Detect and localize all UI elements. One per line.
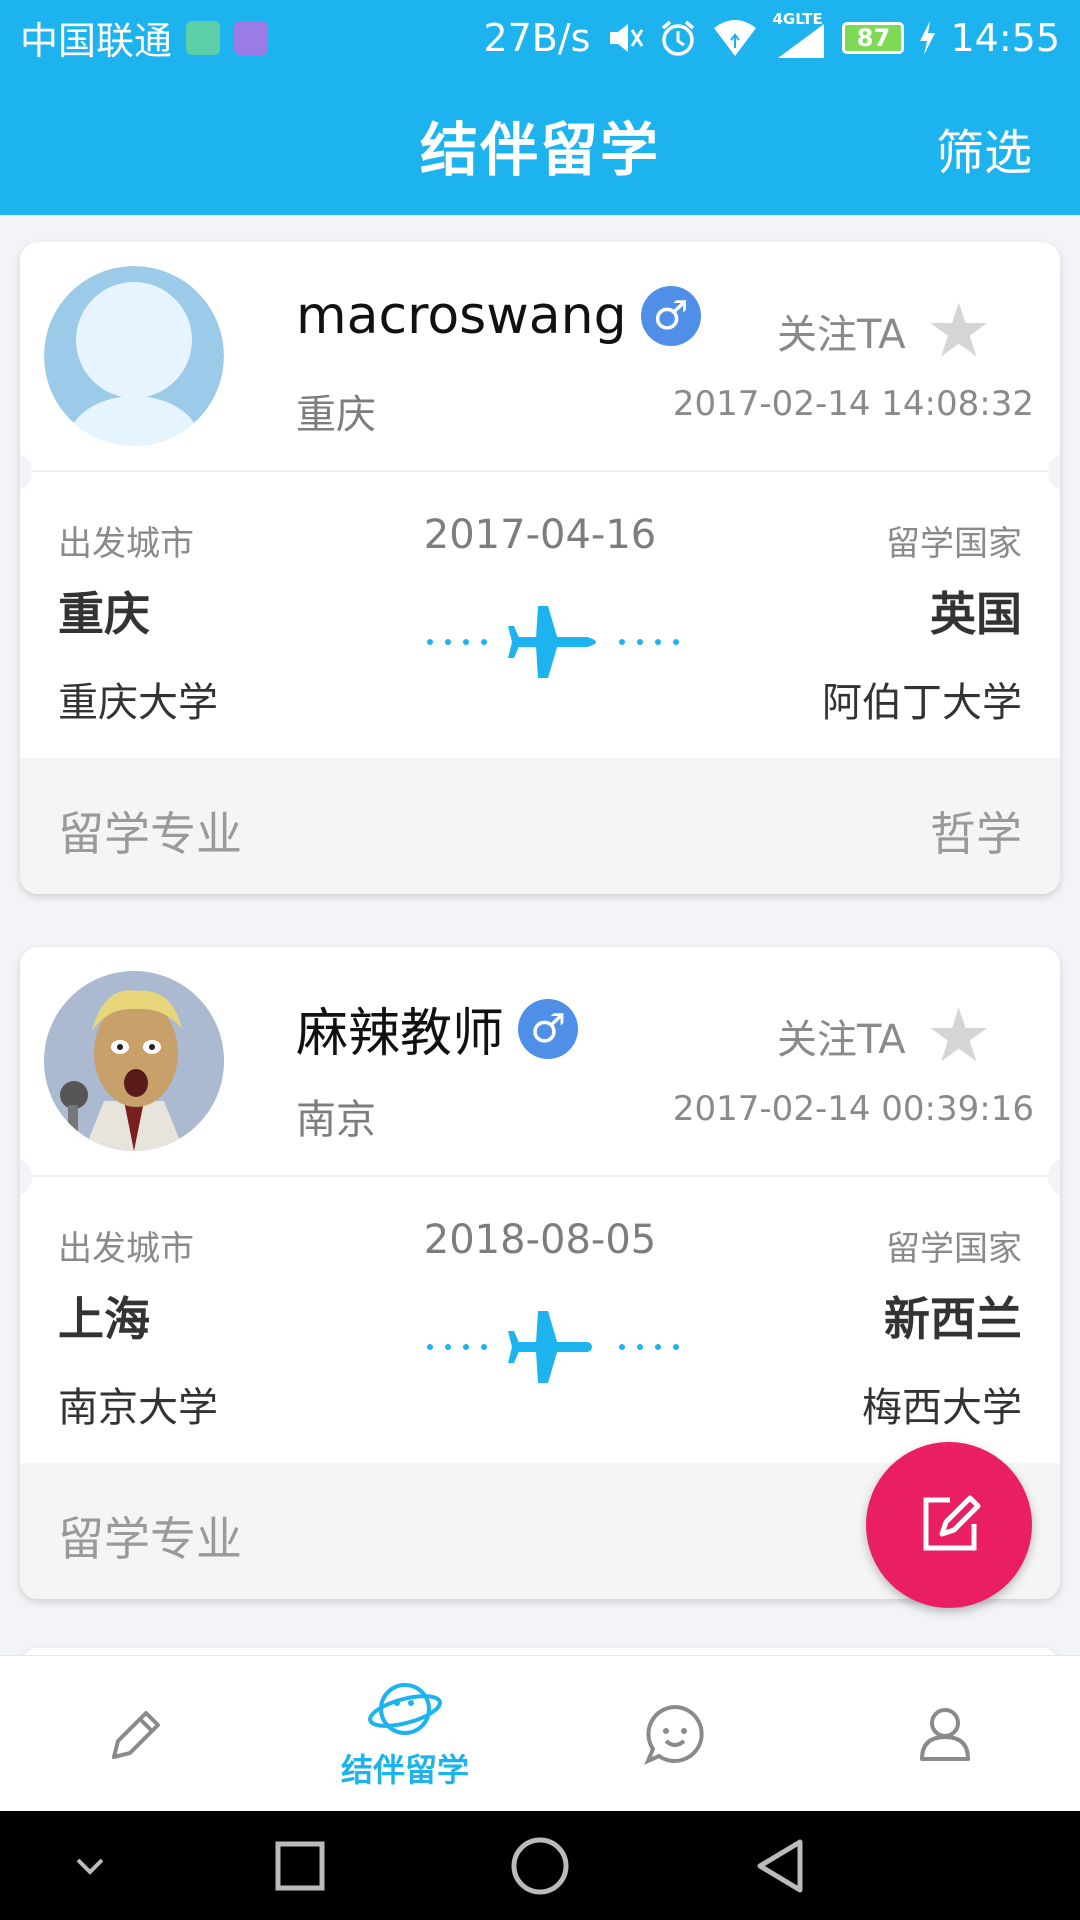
star-icon[interactable]: ★ — [926, 294, 992, 368]
username-text: 麻辣教师 — [296, 1004, 505, 1064]
user-city: 重庆 — [296, 392, 376, 438]
person-icon — [920, 1707, 970, 1761]
status-bar: 中国联通 27B/s 4GLTE 87 14:55 — [0, 0, 1080, 75]
hide-keyboard-button[interactable] — [60, 1811, 120, 1920]
filter-button[interactable]: 筛选 — [936, 113, 1032, 183]
planet-icon — [368, 1682, 442, 1735]
post-timestamp: 2017-02-14 14:08:32 — [672, 384, 1034, 424]
follow-label: 关注TA — [776, 1017, 906, 1063]
follow-button[interactable]: 关注TA ★ — [777, 294, 992, 368]
study-country-label: 留学国家 — [886, 1229, 1022, 1269]
compose-button[interactable] — [866, 1442, 1032, 1608]
post-timestamp: 2017-02-14 00:39:16 — [672, 1089, 1034, 1129]
chevron-down-icon — [76, 1858, 104, 1875]
airplane-icon — [427, 1311, 679, 1383]
study-country: 新西兰 — [884, 1292, 1022, 1346]
tab-label: 结伴留学 — [340, 1750, 469, 1789]
page-title: 结伴留学 — [419, 116, 660, 184]
tab-messages[interactable] — [540, 1656, 810, 1811]
home-school: 南京大学 — [58, 1385, 218, 1431]
network-speed: 27B/s — [483, 15, 591, 60]
user-avatar[interactable] — [44, 971, 224, 1151]
male-gender-icon: ♂ — [518, 998, 579, 1059]
major-label: 留学专业 — [58, 1512, 242, 1566]
mute-icon — [610, 23, 644, 52]
major-label: 留学专业 — [58, 807, 242, 861]
departure-city: 上海 — [58, 1292, 150, 1346]
carrier-name: 中国联通 — [20, 19, 173, 63]
signal-icon: 4GLTE — [772, 10, 828, 60]
major-value: 哲学 — [930, 807, 1022, 861]
departure-city: 重庆 — [58, 587, 150, 641]
charging-icon — [920, 20, 936, 55]
target-school: 梅西大学 — [862, 1385, 1022, 1431]
major-row: 留学专业 哲学 — [20, 758, 1060, 894]
tab-publish[interactable] — [0, 1656, 270, 1811]
ticket-notch — [20, 1159, 32, 1195]
ticket-notch — [1048, 1159, 1060, 1195]
system-nav-bar — [0, 1811, 1080, 1920]
follow-label: 关注TA — [776, 312, 906, 358]
ticket-notch — [1048, 454, 1060, 490]
home-button[interactable] — [500, 1811, 580, 1920]
clock-time: 14:55 — [950, 15, 1060, 60]
airplane-icon — [427, 606, 679, 678]
user-avatar[interactable] — [44, 266, 224, 446]
cartoon-teacher-avatar — [44, 971, 224, 1151]
username: 麻辣教师 ♂ — [296, 991, 579, 1066]
edit-icon — [923, 1495, 981, 1551]
target-school: 阿伯丁大学 — [822, 680, 1022, 726]
back-triangle-icon — [757, 1839, 803, 1892]
user-city: 南京 — [296, 1097, 376, 1143]
battery-icon: 87 — [842, 21, 905, 54]
app-header: 结伴留学 筛选 — [0, 75, 1080, 215]
username-text: macroswang — [296, 286, 627, 346]
android-debug-icon — [186, 20, 221, 55]
study-country: 英国 — [930, 587, 1022, 641]
recents-button[interactable] — [260, 1811, 340, 1920]
screenshot-icon — [234, 20, 269, 55]
post-card[interactable]: macroswang ♂ 重庆 关注TA ★ 2017-02-14 14:08:… — [20, 242, 1060, 894]
tab-companion-study[interactable]: 结伴留学 — [270, 1656, 540, 1811]
divider — [20, 470, 1060, 472]
study-country-label: 留学国家 — [886, 524, 1022, 564]
wifi-icon — [714, 19, 757, 56]
default-avatar-icon — [44, 266, 224, 446]
divider — [20, 1175, 1060, 1177]
alarm-icon — [662, 20, 695, 56]
tab-profile[interactable] — [810, 1656, 1080, 1811]
home-school: 重庆大学 — [58, 680, 218, 726]
male-gender-icon: ♂ — [640, 286, 701, 346]
pencil-icon — [112, 1710, 160, 1759]
ticket-notch — [20, 454, 32, 490]
circle-icon — [511, 1837, 569, 1894]
username: macroswang ♂ — [296, 286, 701, 346]
follow-button[interactable]: 关注TA ★ — [777, 999, 992, 1073]
bottom-tab-bar: 结伴留学 — [0, 1655, 1080, 1811]
chat-bubble-icon — [644, 1704, 704, 1765]
back-button[interactable] — [740, 1811, 820, 1920]
star-icon[interactable]: ★ — [926, 999, 992, 1073]
square-icon — [275, 1841, 325, 1890]
